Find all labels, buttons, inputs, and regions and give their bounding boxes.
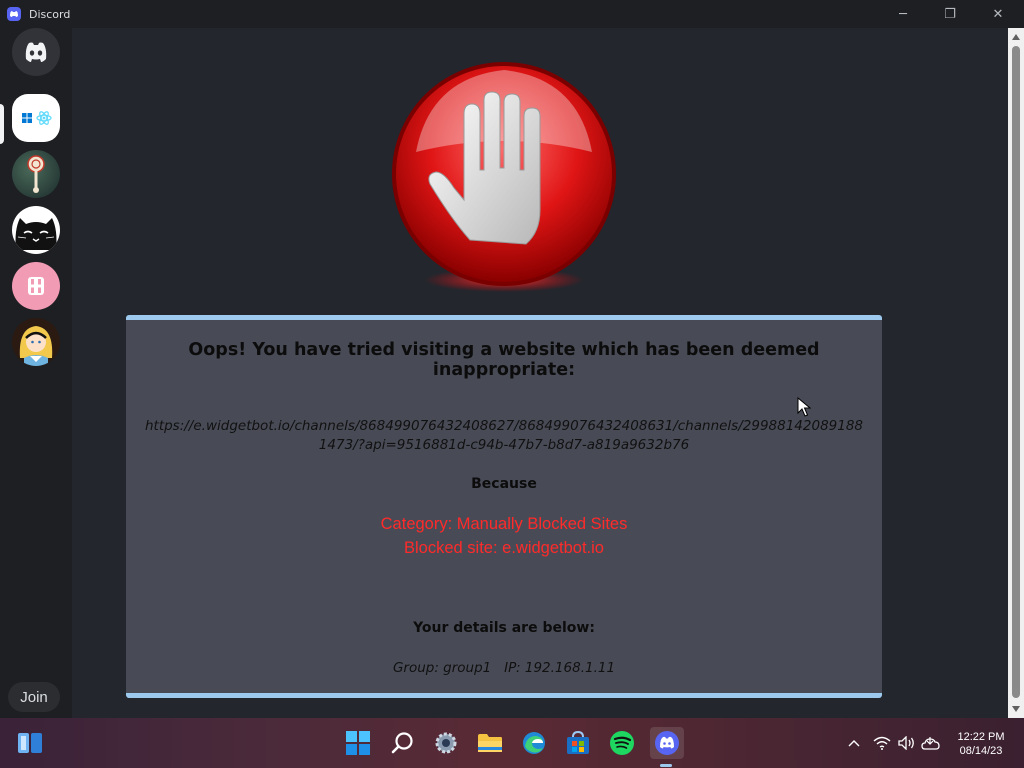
scroll-thumb[interactable] [1012, 46, 1020, 698]
stop-hand-icon [392, 62, 616, 292]
spotify-icon[interactable] [606, 727, 638, 759]
cloud-icon[interactable] [920, 718, 942, 768]
clock-date: 08/14/23 [959, 745, 1003, 757]
wifi-icon[interactable] [872, 718, 892, 768]
join-button[interactable]: Join [8, 682, 60, 712]
selected-server-indicator [0, 104, 4, 144]
clock-time: 12:22 PM [957, 731, 1005, 743]
pink-h-avatar [28, 277, 44, 295]
file-explorer-icon[interactable] [474, 727, 506, 759]
block-message-box: Oops! You have tried visiting a website … [126, 315, 882, 698]
blocked-url-line-1: https://e.widgetbot.io/channels/86849907… [144, 418, 864, 434]
home-button[interactable] [12, 28, 60, 76]
windows-react-icon [22, 111, 52, 125]
search-icon[interactable] [387, 727, 419, 759]
edge-icon[interactable] [518, 727, 550, 759]
group-ip-details: Group: group1 IP: 192.168.1.11 [392, 660, 616, 676]
server-pink-h[interactable] [12, 262, 60, 310]
vertical-scrollbar[interactable] [1008, 28, 1024, 718]
store-icon[interactable] [562, 727, 594, 759]
block-category: Category: Manually Blocked Sites [380, 515, 628, 533]
lollipop-avatar [27, 155, 45, 193]
server-black-cat[interactable] [12, 206, 60, 254]
active-app-indicator [660, 764, 672, 767]
scroll-down-arrow-icon[interactable] [1012, 706, 1020, 712]
scroll-up-arrow-icon[interactable] [1012, 34, 1020, 40]
taskbar-clock[interactable]: 12:22 PM 08/14/23 [948, 730, 1014, 758]
server-sidebar: Join [0, 28, 72, 718]
blocked-site: Blocked site: e.widgetbot.io [404, 539, 604, 557]
minimize-button[interactable]: ─ [880, 0, 926, 28]
maximize-button[interactable]: ❐ [927, 0, 973, 28]
mouse-cursor-icon [797, 397, 811, 417]
window-title: Discord [29, 7, 71, 21]
block-page-view: Oops! You have tried visiting a website … [72, 28, 1008, 718]
taskbar: 12:22 PM 08/14/23 [0, 718, 1024, 768]
widgets-icon[interactable] [14, 727, 46, 759]
settings-icon[interactable] [430, 727, 462, 759]
block-title: Oops! You have tried visiting a website … [188, 340, 820, 380]
discord-taskbar-icon[interactable] [650, 727, 684, 759]
discord-logo-icon [25, 42, 47, 62]
server-alice[interactable] [12, 318, 60, 366]
because-label: Because [471, 476, 537, 492]
alice-avatar [19, 326, 53, 366]
close-button[interactable]: ✕ [975, 0, 1021, 28]
discord-app-icon [7, 7, 21, 21]
server-lollipop[interactable] [12, 150, 60, 198]
blocked-url-line-2: 1473/?api=9516881d-c94b-47b7-b8d7-a819a9… [318, 437, 690, 453]
volume-icon[interactable] [896, 718, 918, 768]
server-windows-react[interactable] [12, 94, 60, 142]
chevron-up-icon[interactable] [844, 718, 864, 768]
blocked-url: https://e.widgetbot.io/channels/86849907… [126, 417, 882, 455]
black-cat-avatar [15, 218, 57, 250]
start-icon[interactable] [342, 727, 374, 759]
title-bar: Discord ─ ❐ ✕ [0, 0, 1024, 28]
details-heading: Your details are below: [413, 620, 595, 636]
